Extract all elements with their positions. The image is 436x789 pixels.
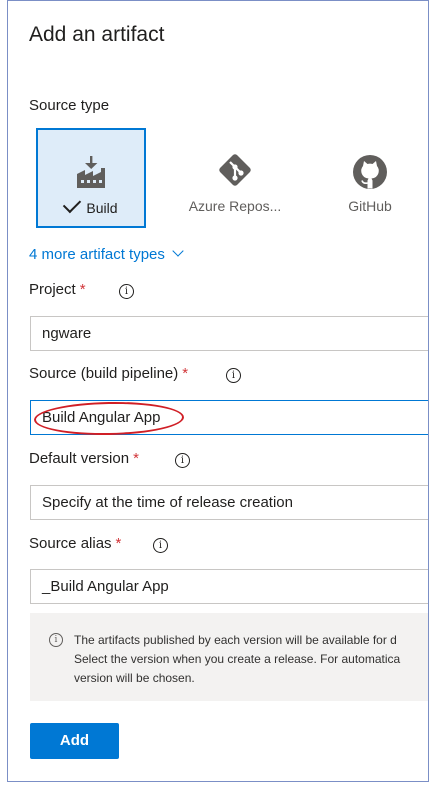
source-alias-field[interactable]: _Build Angular App [30, 569, 428, 604]
source-type-build-tile[interactable]: Build [36, 128, 146, 228]
required-asterisk: * [79, 281, 86, 298]
source-type-azure-repos-tile[interactable]: Azure Repos... [177, 128, 293, 228]
default-version-label: Default version * [29, 450, 139, 467]
source-pipeline-field[interactable]: Build Angular App [30, 400, 428, 435]
source-type-github-tile[interactable]: GitHub [316, 128, 424, 228]
panel-title: Add an artifact [29, 23, 165, 46]
required-asterisk: * [133, 450, 139, 467]
default-version-info-icon[interactable]: i [175, 453, 190, 468]
source-pipeline-info-icon[interactable]: i [226, 368, 241, 383]
azure-repos-tile-label: Azure Repos... [188, 198, 282, 214]
info-message-bar: i The artifacts published by each versio… [30, 613, 428, 701]
chevron-down-icon [172, 245, 184, 257]
git-diamond-icon [219, 154, 251, 186]
github-octocat-icon [353, 155, 387, 189]
project-field[interactable]: ngware [30, 316, 428, 351]
build-factory-icon [77, 156, 105, 188]
info-message-text: The artifacts published by each version … [74, 633, 401, 685]
add-button[interactable]: Add [30, 723, 119, 759]
github-tile-label: GitHub [348, 198, 392, 214]
add-artifact-panel: Add an artifact Source type Build Azure … [7, 0, 429, 782]
info-icon: i [49, 633, 63, 647]
more-artifact-types-link[interactable]: 4 more artifact types [29, 245, 184, 263]
source-pipeline-label: Source (build pipeline) * [29, 365, 189, 382]
required-asterisk: * [115, 535, 122, 552]
source-type-label: Source type [29, 97, 110, 114]
checkmark-icon [63, 194, 82, 214]
build-tile-label: Build [38, 194, 144, 216]
source-alias-label: Source alias * [29, 535, 122, 552]
project-info-icon[interactable]: i [119, 284, 134, 299]
default-version-dropdown[interactable]: Specify at the time of release creation [30, 485, 428, 520]
project-label: Project * [29, 281, 86, 298]
source-alias-info-icon[interactable]: i [153, 538, 168, 553]
required-asterisk: * [182, 365, 189, 382]
